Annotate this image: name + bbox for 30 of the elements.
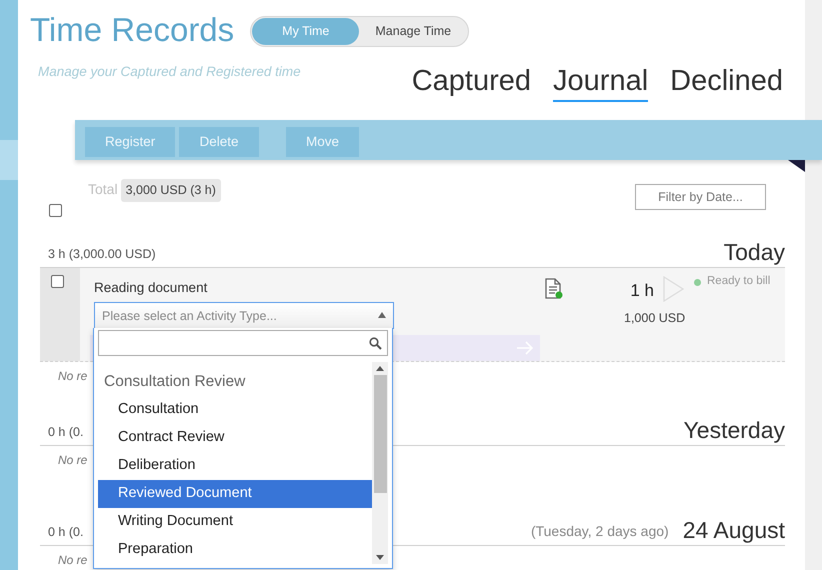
dropdown-option[interactable]: Reviewed Document [98, 480, 372, 508]
option-group-label: Consultation Review [103, 372, 246, 392]
total-label: Total [88, 180, 118, 199]
group-total: 0 h (0. [47, 524, 84, 542]
group-day: 24 August [682, 519, 785, 542]
subtitle: Manage your Captured and Registered time [38, 63, 301, 81]
group-day: Today [724, 241, 785, 264]
group-day: Yesterday [684, 419, 785, 442]
empty-message: No re [58, 452, 88, 468]
dropdown-option[interactable]: Consultation [98, 396, 372, 424]
record-status: Ready to bill [707, 274, 770, 289]
tab[interactable]: Journal [553, 66, 648, 102]
group-total: 0 h (0. [47, 424, 84, 442]
group-total: 3 h (3,000.00 USD) [47, 246, 156, 264]
dropdown-option[interactable]: Deliberation [98, 452, 372, 480]
tab[interactable]: Declined [670, 66, 783, 102]
toggle-option[interactable]: Manage Time [359, 18, 468, 45]
record-amount: 1,000 USD [624, 310, 686, 327]
group-note: (Tuesday, 2 days ago) [530, 522, 669, 541]
record-description: Reading document [94, 279, 208, 297]
dropdown-option[interactable]: Preparation [98, 536, 372, 564]
dropdown-option[interactable]: Writing Document [98, 508, 372, 536]
empty-message: No re [58, 552, 88, 568]
tab[interactable]: Captured [412, 66, 532, 102]
page-title: Time Records [30, 13, 234, 46]
dropdown-option[interactable]: Contract Review [98, 424, 372, 452]
total-value: 3,000 USD (3 h) [120, 179, 221, 202]
record-hours: 1 h [630, 281, 654, 300]
empty-message: No re [58, 368, 88, 384]
filter-button[interactable]: Filter by Date... [635, 184, 766, 210]
